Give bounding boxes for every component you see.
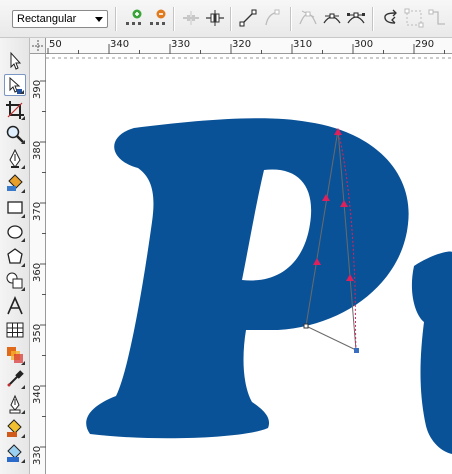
to-line-button[interactable] <box>238 8 258 28</box>
toolbar-separator <box>173 7 175 31</box>
ruler-label: 300 <box>354 39 374 50</box>
flyout-indicator <box>21 189 25 193</box>
polygon-tool[interactable] <box>4 246 26 268</box>
flyout-indicator <box>21 214 25 218</box>
ruler-label: 330 <box>32 445 43 465</box>
smooth-node-icon <box>323 13 341 24</box>
rectangle-tool[interactable] <box>4 197 26 219</box>
ruler-label: 340 <box>32 384 43 404</box>
selection-mode-value: Rectangular <box>17 13 77 25</box>
basic-shapes-tool[interactable] <box>4 270 26 292</box>
toolbar-separator <box>115 7 117 31</box>
letter-partial-shape <box>411 251 452 454</box>
interactive-fill-tool[interactable] <box>4 442 26 464</box>
fill-tool[interactable] <box>4 417 26 439</box>
pick-tool[interactable] <box>4 50 26 72</box>
ruler-label: 380 <box>32 140 43 160</box>
drawing-canvas[interactable] <box>46 54 452 474</box>
eyedropper-tool[interactable] <box>4 368 26 390</box>
toolbar-separator <box>290 7 292 31</box>
flyout-indicator <box>21 434 25 438</box>
add-node-icon <box>126 9 142 25</box>
ruler-label: 320 <box>232 39 252 50</box>
smooth-node-button[interactable] <box>322 8 342 28</box>
chevron-down-icon <box>95 17 103 22</box>
flyout-indicator <box>21 385 25 389</box>
reverse-direction-icon <box>384 9 397 24</box>
ruler-label: 330 <box>171 39 191 50</box>
symmetrical-node-button[interactable] <box>346 8 366 28</box>
break-curve-button[interactable] <box>205 8 225 28</box>
ruler-label: 290 <box>415 39 435 50</box>
zoom-tool[interactable] <box>4 123 26 145</box>
horizontal-ruler[interactable]: 50 340 330 320 310 300 290 <box>30 38 452 54</box>
ruler-origin-icon <box>32 40 44 52</box>
extract-subpath-button[interactable] <box>428 8 448 28</box>
property-bar: Rectangular <box>0 0 452 38</box>
toolbar-separator <box>230 7 232 31</box>
ruler-label: 310 <box>293 39 313 50</box>
to-curve-icon <box>265 9 280 26</box>
ruler-label: 50 <box>49 39 62 50</box>
flyout-indicator <box>21 140 25 144</box>
flyout-indicator <box>21 238 25 242</box>
table-tool[interactable] <box>4 319 26 341</box>
ruler-label: 370 <box>32 201 43 221</box>
interactive-effects-tool[interactable] <box>4 344 26 366</box>
add-node-button[interactable] <box>124 8 144 28</box>
join-nodes-icon <box>183 11 199 25</box>
ruler-origin-corner[interactable] <box>30 38 46 54</box>
extend-curve-button[interactable] <box>404 8 424 28</box>
pointer-arrow-icon <box>10 51 22 70</box>
artwork <box>46 57 452 454</box>
smart-fill-tool[interactable] <box>4 172 26 194</box>
ruler-label: 340 <box>110 39 130 50</box>
text-tool[interactable] <box>4 295 26 317</box>
flyout-indicator <box>21 165 25 169</box>
vertical-ruler[interactable]: 390 380 370 360 350 340 330 <box>30 54 46 474</box>
shape-tool[interactable] <box>4 74 26 96</box>
ellipse-tool[interactable] <box>4 221 26 243</box>
table-grid-icon <box>6 322 24 338</box>
flyout-indicator <box>21 459 25 463</box>
ruler-label: 350 <box>32 323 43 343</box>
flyout-indicator <box>21 410 25 414</box>
letter-p-shape <box>86 118 409 439</box>
flyout-indicator <box>21 263 25 267</box>
delete-node-icon <box>150 9 166 25</box>
cusp-node-button[interactable] <box>298 8 318 28</box>
cusp-node-icon <box>299 10 317 25</box>
to-curve-button[interactable] <box>262 8 282 28</box>
join-nodes-button[interactable] <box>181 8 201 28</box>
text-a-icon <box>7 296 23 315</box>
break-curve-icon <box>206 10 224 26</box>
crop-tool[interactable] <box>4 99 26 121</box>
extract-subpath-icon <box>428 9 445 25</box>
outline-pen-tool[interactable] <box>4 393 26 415</box>
flyout-indicator <box>21 287 25 291</box>
flyout-indicator <box>21 116 25 120</box>
selection-mode-dropdown[interactable]: Rectangular <box>12 10 108 28</box>
ruler-label: 390 <box>32 79 43 99</box>
delete-node-button[interactable] <box>148 8 168 28</box>
flyout-indicator <box>21 361 25 365</box>
toolbar-separator <box>372 7 374 31</box>
freehand-tool[interactable] <box>4 148 26 170</box>
node-marker <box>303 323 309 329</box>
flyout-indicator <box>20 90 24 94</box>
symmetrical-node-icon <box>347 12 365 24</box>
toolbox <box>0 38 30 474</box>
reverse-direction-button[interactable] <box>380 8 400 28</box>
control-handle <box>354 348 359 353</box>
ruler-label: 360 <box>32 262 43 282</box>
extend-curve-icon <box>404 8 424 28</box>
to-line-icon <box>239 9 257 27</box>
